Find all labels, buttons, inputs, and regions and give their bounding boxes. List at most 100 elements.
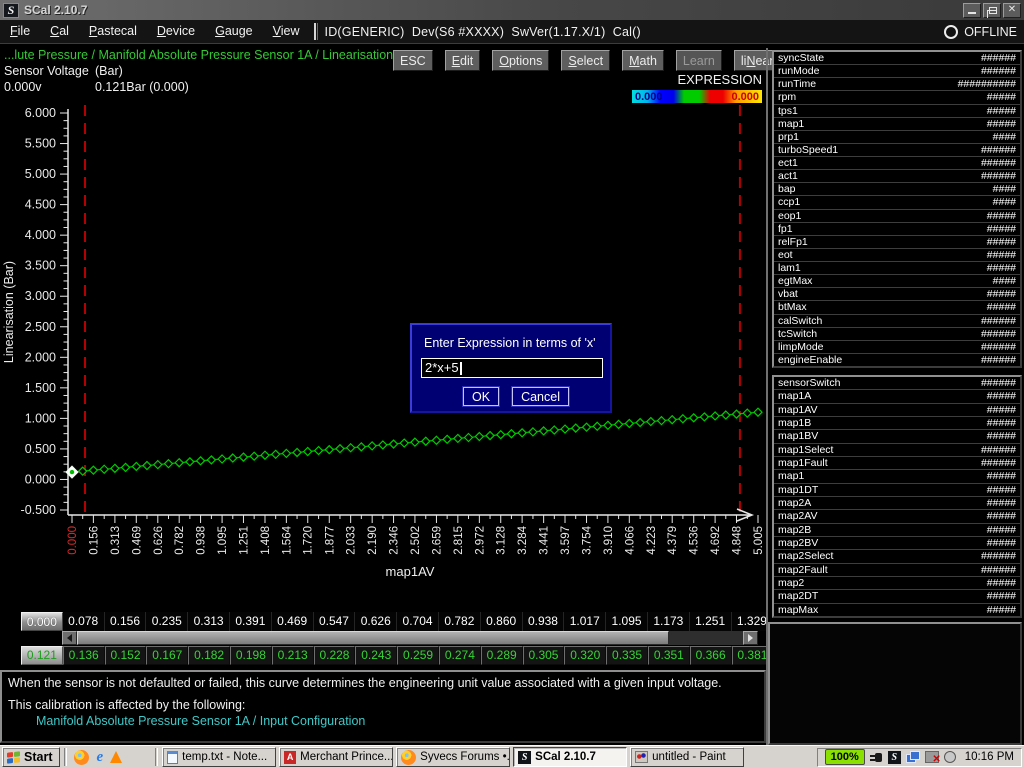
- data-point[interactable]: [143, 462, 151, 470]
- table-cell[interactable]: 0.547: [314, 612, 356, 631]
- data-point[interactable]: [636, 419, 644, 427]
- table-cell[interactable]: 0.152: [105, 646, 147, 665]
- data-point[interactable]: [357, 443, 365, 451]
- watch-row-engineEnable[interactable]: engineEnable######: [774, 354, 1020, 366]
- scrollbar-thumb[interactable]: [77, 631, 669, 645]
- watch-row-mapMax[interactable]: mapMax#####: [774, 604, 1020, 616]
- watch-row-lam1[interactable]: lam1#####: [774, 262, 1020, 275]
- table-cell[interactable]: 0.305: [523, 646, 565, 665]
- ie-icon[interactable]: e: [96, 750, 103, 765]
- data-point[interactable]: [111, 464, 119, 472]
- watch-row-syncState[interactable]: syncState######: [774, 52, 1020, 65]
- network-disconnected-icon[interactable]: [925, 751, 939, 763]
- data-point[interactable]: [625, 419, 633, 427]
- table-cell[interactable]: 0.320: [564, 646, 606, 665]
- watch-row-eot[interactable]: eot#####: [774, 249, 1020, 262]
- table-cell[interactable]: 0.351: [648, 646, 690, 665]
- table-cell[interactable]: 0.121: [21, 646, 63, 665]
- affected-calibration-link[interactable]: Manifold Absolute Pressure Sensor 1A / I…: [36, 714, 758, 728]
- data-point[interactable]: [304, 447, 312, 455]
- data-point[interactable]: [432, 436, 440, 444]
- data-point[interactable]: [454, 434, 462, 442]
- scrollbar-track[interactable]: [669, 631, 743, 645]
- table-cell[interactable]: 0.259: [397, 646, 439, 665]
- battery-indicator[interactable]: 100%: [825, 749, 865, 765]
- watch-row-fp1[interactable]: fp1#####: [774, 223, 1020, 236]
- menu-item-gauge[interactable]: Gauge: [205, 20, 263, 43]
- scroll-right-button[interactable]: [743, 631, 758, 645]
- watch-row-eop1[interactable]: eop1#####: [774, 210, 1020, 223]
- data-point[interactable]: [583, 423, 591, 431]
- table-cell[interactable]: 0.198: [230, 646, 272, 665]
- data-point[interactable]: [100, 465, 108, 473]
- data-point[interactable]: [186, 458, 194, 466]
- data-point[interactable]: [700, 413, 708, 421]
- table-cell[interactable]: 1.173: [648, 612, 690, 631]
- data-point[interactable]: [465, 434, 473, 442]
- data-point[interactable]: [507, 430, 515, 438]
- data-point[interactable]: [239, 453, 247, 461]
- power-plug-icon[interactable]: [870, 751, 883, 764]
- watch-row-sensorSwitch[interactable]: sensorSwitch######: [774, 377, 1020, 390]
- watch-row-limpMode[interactable]: limpMode######: [774, 341, 1020, 354]
- watch-row-map1AV[interactable]: map1AV#####: [774, 404, 1020, 417]
- table-cell[interactable]: 0.860: [481, 612, 523, 631]
- syvecs-tray-icon[interactable]: S: [888, 751, 901, 764]
- table-cell[interactable]: 0.136: [63, 646, 105, 665]
- expression-input[interactable]: 2*x+5: [421, 358, 603, 378]
- watch-row-runMode[interactable]: runMode######: [774, 65, 1020, 78]
- watch-row-act1[interactable]: act1######: [774, 170, 1020, 183]
- data-point[interactable]: [122, 463, 130, 471]
- data-point[interactable]: [647, 418, 655, 426]
- watch-row-ccp1[interactable]: ccp1####: [774, 196, 1020, 209]
- data-point[interactable]: [422, 437, 430, 445]
- table-cell[interactable]: 0.182: [188, 646, 230, 665]
- data-point[interactable]: [207, 456, 215, 464]
- cancel-button[interactable]: Cancel: [512, 387, 569, 406]
- start-button[interactable]: Start: [2, 747, 60, 767]
- watch-row-turboSpeed1[interactable]: turboSpeed1######: [774, 144, 1020, 157]
- table-cell[interactable]: 0.167: [146, 646, 188, 665]
- watch-row-map1Select[interactable]: map1Select######: [774, 444, 1020, 457]
- watch-row-btMax[interactable]: btMax#####: [774, 301, 1020, 314]
- table-cell[interactable]: 0.469: [272, 612, 314, 631]
- watch-row-map1[interactable]: map1#####: [774, 470, 1020, 483]
- firefox-icon[interactable]: [74, 750, 89, 765]
- data-point[interactable]: [411, 438, 419, 446]
- menu-item-file[interactable]: File: [0, 20, 40, 43]
- minimize-button[interactable]: [963, 3, 981, 18]
- data-point[interactable]: [400, 439, 408, 447]
- table-cell[interactable]: 0.078: [63, 612, 105, 631]
- taskbar-task[interactable]: untitled - Paint: [630, 747, 744, 767]
- data-point[interactable]: [379, 441, 387, 449]
- restore-button[interactable]: [983, 3, 1001, 18]
- data-point[interactable]: [443, 435, 451, 443]
- watch-row-map1B[interactable]: map1B#####: [774, 417, 1020, 430]
- watch-row-map1A[interactable]: map1A#####: [774, 390, 1020, 403]
- data-point[interactable]: [390, 440, 398, 448]
- data-point[interactable]: [561, 425, 569, 433]
- data-point[interactable]: [668, 416, 676, 424]
- network-icon[interactable]: [906, 751, 920, 763]
- watch-row-bap[interactable]: bap####: [774, 183, 1020, 196]
- data-point[interactable]: [89, 466, 97, 474]
- watch-row-calSwitch[interactable]: calSwitch######: [774, 315, 1020, 328]
- scheduler-tray-icon[interactable]: [944, 751, 956, 763]
- data-point[interactable]: [604, 421, 612, 429]
- watch-row-map2Select[interactable]: map2Select######: [774, 550, 1020, 563]
- titlebar[interactable]: S SCal 2.10.7 ✕: [0, 0, 1024, 20]
- table-cell[interactable]: 0.235: [146, 612, 188, 631]
- taskbar-task[interactable]: AMerchant Prince...: [279, 747, 393, 767]
- watch-row-map2DT[interactable]: map2DT#####: [774, 590, 1020, 603]
- taskbar-task[interactable]: temp.txt - Note...: [162, 747, 276, 767]
- menu-item-view[interactable]: View: [263, 20, 310, 43]
- table-cell[interactable]: 0.000: [21, 612, 63, 631]
- data-point[interactable]: [197, 457, 205, 465]
- data-point[interactable]: [518, 429, 526, 437]
- data-point[interactable]: [336, 445, 344, 453]
- data-point[interactable]: [261, 451, 269, 459]
- data-point[interactable]: [229, 454, 237, 462]
- taskbar-task[interactable]: Syvecs Forums •...: [396, 747, 510, 767]
- data-point[interactable]: [293, 448, 301, 456]
- data-point[interactable]: [486, 432, 494, 440]
